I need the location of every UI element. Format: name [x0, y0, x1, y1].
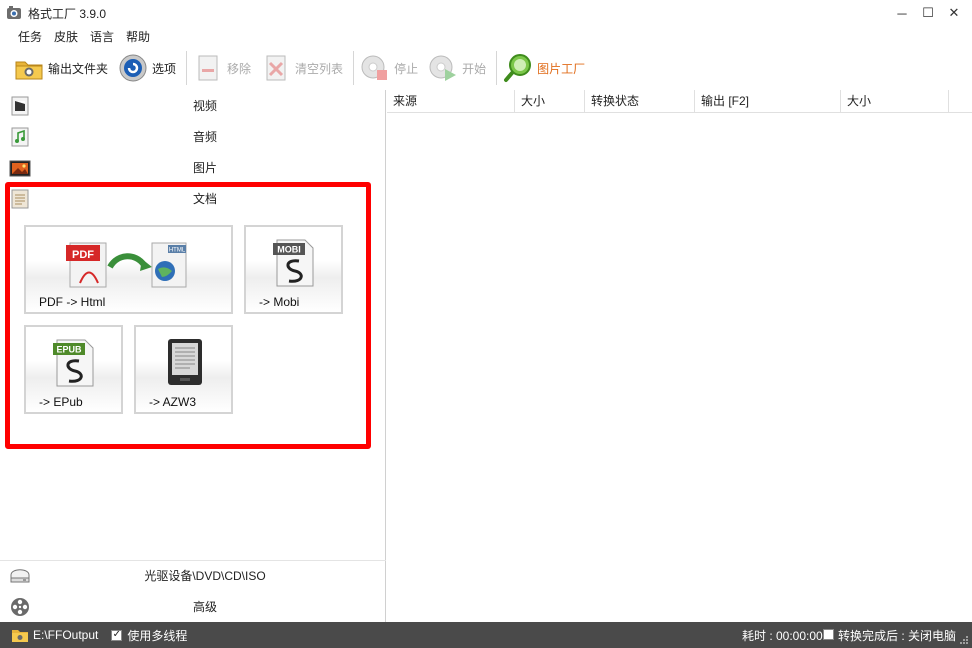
toolbar-separator: [186, 51, 188, 85]
menu-bar: 任务 皮肤 语言 帮助: [0, 26, 972, 46]
category-audio-label: 音频: [192, 130, 217, 144]
tile-to-mobi[interactable]: MOBI -> Mobi: [244, 225, 343, 314]
pdf-to-html-icon: PDF HTML: [66, 242, 187, 288]
tile-to-azw3-label: -> AZW3: [149, 395, 197, 409]
options-label: 选项: [152, 61, 177, 76]
menu-help[interactable]: 帮助: [126, 28, 150, 45]
tile-to-azw3[interactable]: -> AZW3: [134, 325, 233, 414]
tile-pdf-to-html-label: PDF -> Html: [39, 295, 106, 309]
magnifier-icon: [504, 54, 532, 82]
title-bar: 格式工厂 3.9.0: [0, 0, 972, 26]
tile-to-epub[interactable]: EPUB -> EPub: [24, 325, 123, 414]
toolbar-separator: [496, 51, 498, 85]
category-audio[interactable]: 音频: [0, 121, 386, 152]
clear-list-button[interactable]: 清空列表: [261, 50, 343, 86]
maximize-button[interactable]: ☐: [914, 0, 942, 26]
category-video[interactable]: 视频: [0, 90, 386, 121]
tile-to-epub-label: -> EPub: [39, 395, 83, 409]
output-folder-button[interactable]: 输出文件夹: [14, 50, 108, 86]
column-source[interactable]: 来源: [387, 90, 515, 113]
svg-text:PDF: PDF: [72, 249, 94, 261]
after-done-checkbox[interactable]: [823, 629, 834, 640]
output-folder-label: 输出文件夹: [48, 61, 109, 76]
output-path[interactable]: E:\FFOutput: [33, 628, 98, 642]
after-done-label: 转换完成后 : 关闭电脑: [838, 628, 957, 643]
clear-list-label: 清空列表: [295, 61, 344, 76]
app-logo-icon: [7, 6, 21, 19]
mobi-icon: MOBI: [273, 239, 314, 287]
folder-icon: [15, 61, 43, 80]
task-list-header: 来源 大小 转换状态 输出 [F2] 大小: [387, 90, 972, 113]
start-icon: [429, 55, 457, 81]
picture-factory-label: 图片工厂: [537, 61, 586, 76]
column-status[interactable]: 转换状态: [585, 90, 695, 113]
elapsed-time: 耗时 : 00:00:00: [742, 628, 823, 643]
close-button[interactable]: ✕: [940, 0, 968, 26]
minimize-button[interactable]: ─: [888, 0, 916, 26]
category-advanced-label: 高级: [192, 600, 217, 614]
options-button[interactable]: 选项: [118, 50, 176, 86]
category-picture[interactable]: 图片: [0, 152, 386, 183]
remove-button[interactable]: 移除: [193, 50, 251, 86]
multithread-label: 使用多线程: [127, 628, 188, 643]
options-gear-icon: [119, 54, 147, 82]
toolbar: 输出文件夹 选项 移除 清空列表 停止 开始 图片工厂: [0, 47, 972, 89]
category-optical[interactable]: 光驱设备\DVD\CD\ISO: [0, 560, 386, 591]
stop-label: 停止: [394, 61, 419, 76]
menu-language[interactable]: 语言: [90, 28, 114, 45]
stop-button[interactable]: 停止: [360, 50, 418, 86]
menu-skin[interactable]: 皮肤: [54, 28, 78, 45]
category-video-label: 视频: [192, 99, 217, 113]
column-size[interactable]: 大小: [515, 90, 585, 113]
svg-text:HTML: HTML: [169, 248, 186, 254]
svg-text:MOBI: MOBI: [277, 245, 301, 255]
toolbar-separator: [353, 51, 355, 85]
window-title: 格式工厂 3.9.0: [28, 6, 107, 21]
category-optical-label: 光驱设备\DVD\CD\ISO: [144, 569, 266, 583]
column-output[interactable]: 输出 [F2]: [695, 90, 841, 113]
tile-pdf-to-html[interactable]: PDF HTML PDF -> Html: [24, 225, 233, 314]
category-advanced[interactable]: 高级: [0, 591, 386, 622]
task-list[interactable]: 来源 大小 转换状态 输出 [F2] 大小: [387, 90, 972, 622]
resize-grip-icon[interactable]: [959, 635, 969, 645]
category-panel: 视频 音频 图片 文档 PDF HTML PDF -> Html MOBI ->…: [0, 90, 386, 622]
ereader-icon: [168, 339, 202, 385]
stop-icon: [361, 55, 388, 80]
epub-icon: EPUB: [53, 339, 94, 387]
status-bar: E:\FFOutput ✓ 使用多线程 耗时 : 00:00:00 转换完成后 …: [0, 622, 972, 648]
folder-icon[interactable]: [12, 628, 28, 642]
tile-to-mobi-label: -> Mobi: [259, 295, 300, 309]
clear-list-icon: [266, 55, 286, 81]
picture-factory-button[interactable]: 图片工厂: [503, 50, 585, 86]
start-label: 开始: [462, 61, 487, 76]
menu-task[interactable]: 任务: [18, 28, 42, 45]
start-button[interactable]: 开始: [428, 50, 486, 86]
multithread-checkbox[interactable]: ✓: [111, 629, 123, 641]
remove-icon: [198, 55, 218, 81]
column-output-size[interactable]: 大小: [841, 90, 949, 113]
svg-text:EPUB: EPUB: [56, 345, 82, 355]
category-picture-label: 图片: [192, 161, 217, 175]
remove-label: 移除: [227, 61, 252, 76]
